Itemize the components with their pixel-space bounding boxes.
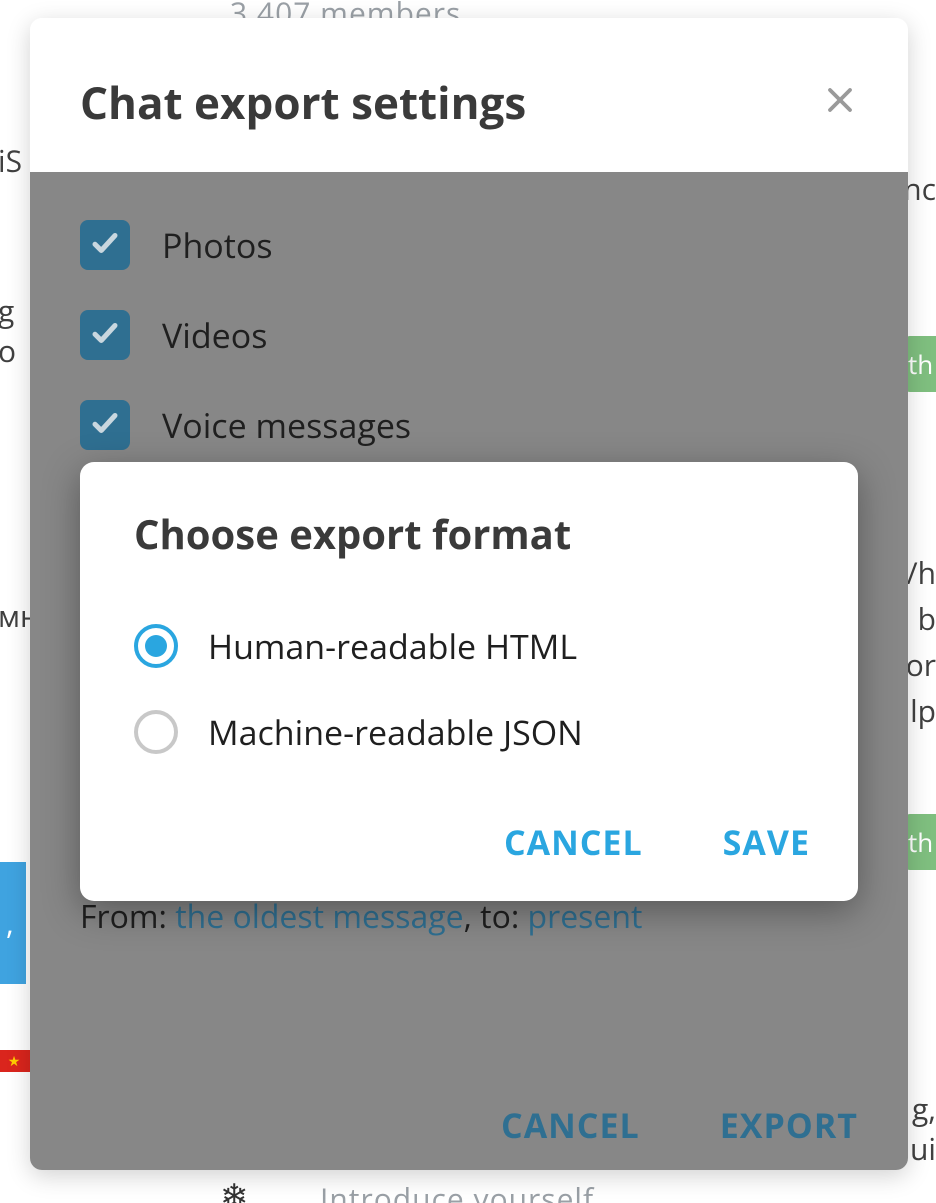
option-label: Voice messages	[162, 402, 411, 448]
format-dialog-title: Choose export format	[134, 506, 810, 561]
format-option-html[interactable]: Human-readable HTML	[134, 603, 810, 689]
range-line: From: the oldest message, to: present	[80, 895, 858, 938]
option-voice-messages[interactable]: Voice messages	[80, 380, 858, 470]
close-icon	[825, 85, 855, 120]
check-icon	[90, 318, 120, 353]
dialog-body: Photos Videos Voice messages Format: HTM…	[30, 172, 908, 1170]
check-icon	[90, 408, 120, 443]
snowflake-icon: ❄	[220, 1172, 249, 1203]
bg-text: or	[906, 644, 936, 685]
range-from-link[interactable]: the oldest message	[175, 895, 463, 938]
checkbox-videos[interactable]	[80, 310, 130, 360]
checkbox-photos[interactable]	[80, 220, 130, 270]
range-prefix: From:	[80, 895, 175, 938]
left-edge-fragment: iS g o мн ,	[0, 0, 30, 1203]
check-icon	[90, 228, 120, 263]
range-mid: , to:	[464, 895, 528, 938]
format-dialog: Choose export format Human-readable HTML…	[80, 462, 858, 901]
bg-text: g,	[912, 1088, 936, 1129]
dialog-header: Chat export settings	[30, 18, 908, 172]
bg-intro-text: Introduce yourself.	[320, 1178, 603, 1203]
bg-text: o	[0, 330, 16, 371]
settings-cancel-button[interactable]: CANCEL	[501, 1102, 640, 1148]
checkbox-voice-messages[interactable]	[80, 400, 130, 450]
radio-json[interactable]	[134, 710, 178, 754]
dialog-title: Chat export settings	[80, 72, 526, 132]
right-edge-fragment: nc /h b or lp g, ui	[908, 0, 936, 1203]
format-save-button[interactable]: SAVE	[723, 819, 810, 865]
format-cancel-button[interactable]: CANCEL	[504, 819, 643, 865]
close-button[interactable]	[822, 84, 858, 120]
bg-text: b	[918, 598, 936, 639]
flag-icon: ★	[0, 1050, 30, 1072]
bg-text: nc	[903, 168, 936, 209]
bg-text: /h	[907, 552, 936, 593]
bg-text: g	[0, 290, 14, 331]
bg-text: ui	[910, 1128, 936, 1169]
option-videos[interactable]: Videos	[80, 290, 858, 380]
radio-label: Machine-readable JSON	[208, 709, 583, 755]
option-photos[interactable]: Photos	[80, 200, 858, 290]
bg-text: ,	[6, 902, 14, 943]
bg-text: lp	[910, 690, 936, 731]
reaction-badge: th	[904, 814, 936, 870]
export-settings-dialog: Chat export settings Photos	[30, 18, 908, 1170]
settings-action-bar: CANCEL EXPORT	[501, 1102, 858, 1148]
reaction-badge: th	[904, 336, 936, 392]
settings-export-button[interactable]: EXPORT	[720, 1102, 858, 1148]
radio-html[interactable]	[134, 624, 178, 668]
option-label: Photos	[162, 222, 273, 268]
bg-text: iS	[0, 140, 22, 181]
option-label: Videos	[162, 312, 267, 358]
radio-label: Human-readable HTML	[208, 623, 577, 669]
format-dialog-action-bar: CANCEL SAVE	[134, 819, 810, 865]
format-option-json[interactable]: Machine-readable JSON	[134, 689, 810, 775]
range-to-link[interactable]: present	[528, 895, 643, 938]
